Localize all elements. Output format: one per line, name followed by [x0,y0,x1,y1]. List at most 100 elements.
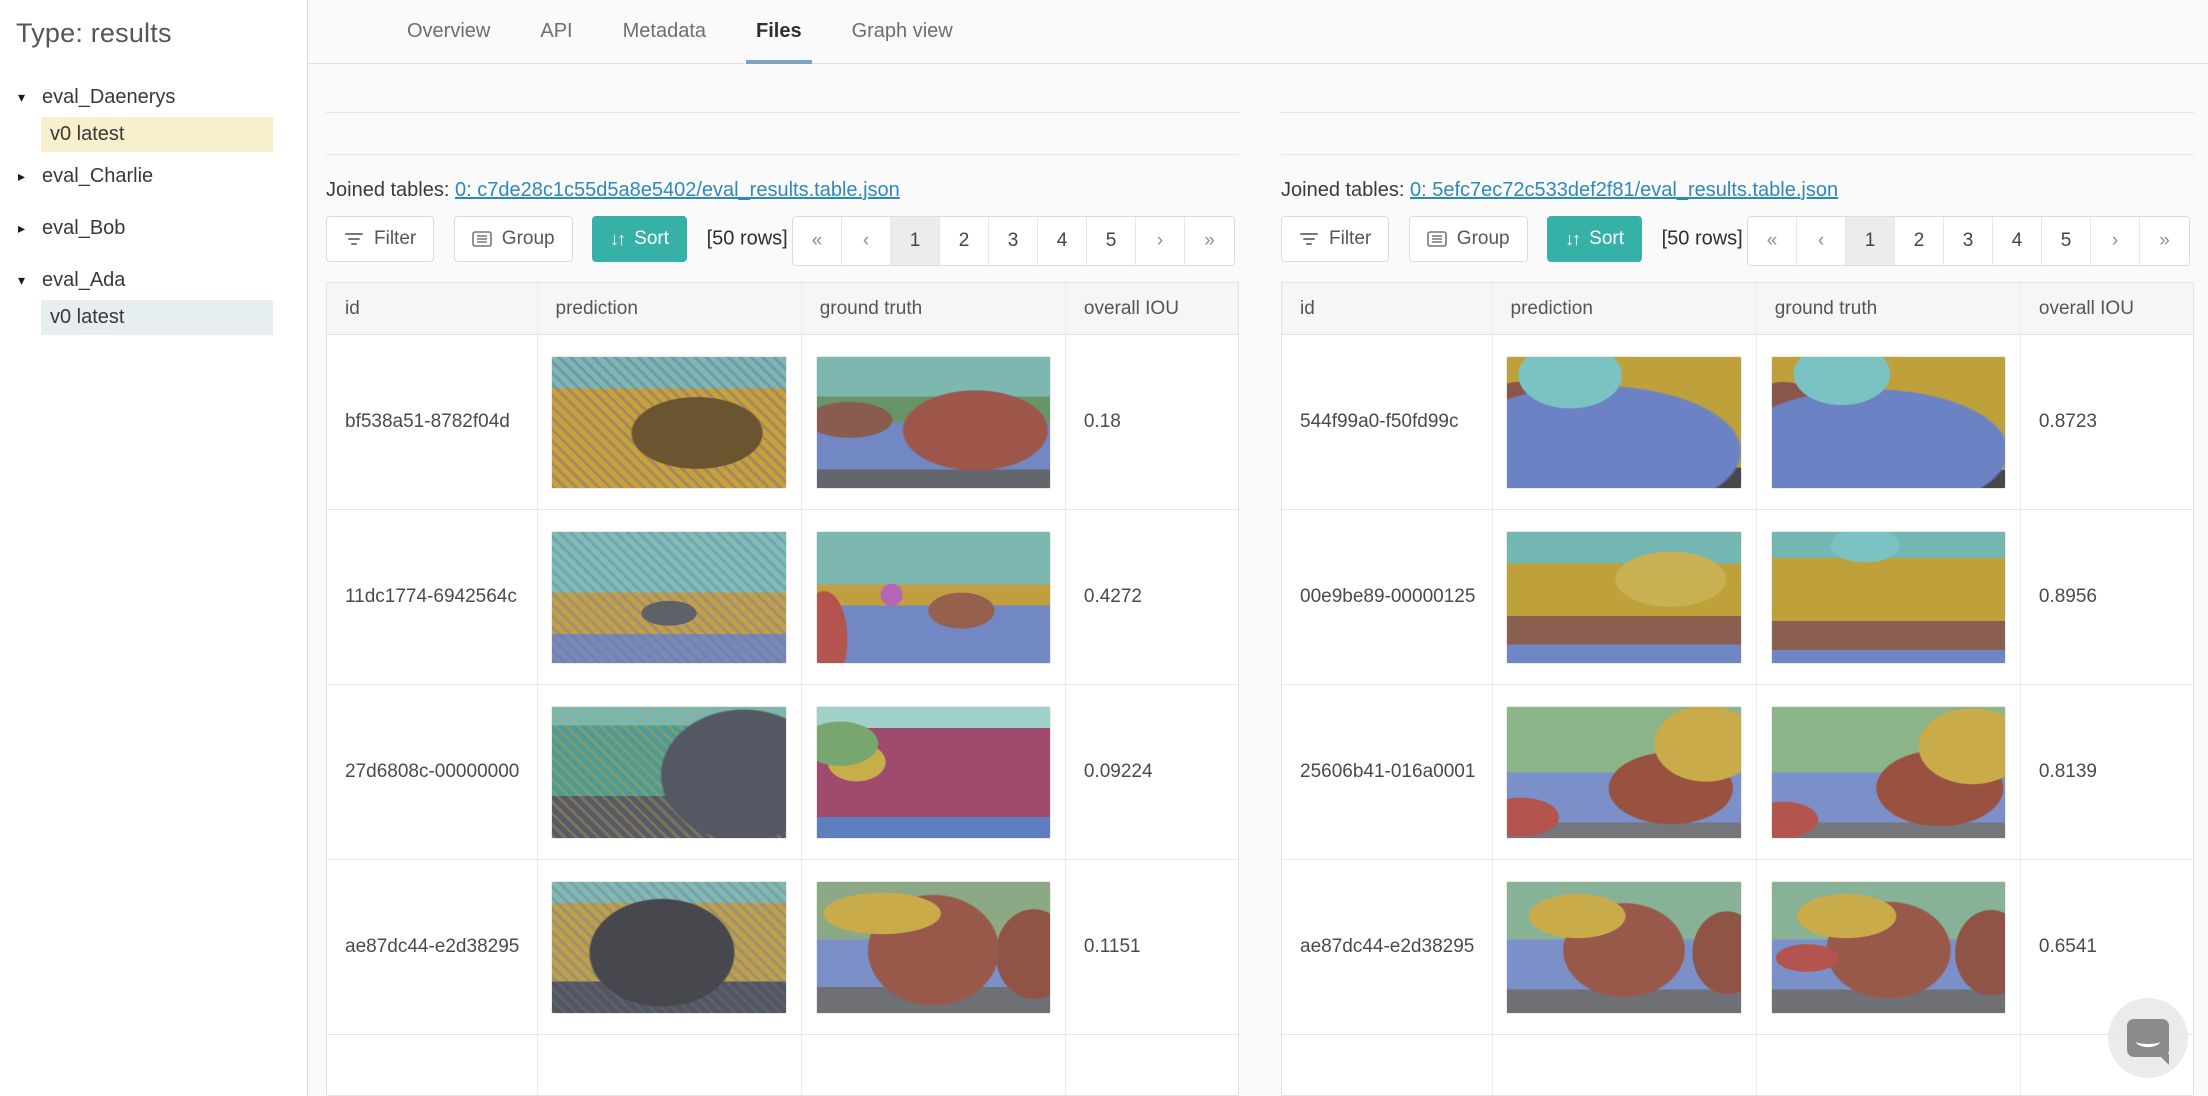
pagination-page-3[interactable]: 3 [989,217,1038,265]
table-row: 11dc1774-6942564c 0.4272 [327,510,1238,685]
tab-bar: Overview API Metadata Files Graph view [308,0,2208,64]
ground-truth-image[interactable] [1771,356,2006,488]
column-header-prediction[interactable]: prediction [1491,283,1756,334]
pagination-first[interactable]: « [793,217,842,265]
sort-button[interactable]: ↓↑ Sort [592,216,688,262]
pagination-page-5[interactable]: 5 [1087,217,1136,265]
row-id: 25606b41-016a0001 [1300,761,1476,782]
prediction-image[interactable] [1507,356,1741,488]
group-icon [471,231,492,247]
column-header-id[interactable]: id [327,283,537,334]
prediction-image[interactable] [552,356,786,488]
ground-truth-cell [800,510,1065,684]
ground-truth-image[interactable] [816,356,1051,488]
prediction-cell [536,860,801,1034]
tab-overview[interactable]: Overview [382,0,515,63]
caret-right-icon[interactable]: ▸ [14,220,42,237]
table-header: id prediction ground truth overall IOU [1282,283,2193,335]
pagination-next[interactable]: › [1136,217,1185,265]
chat-widget-button[interactable] [2108,998,2188,1078]
pagination: « ‹ 1 2 3 4 5 › » [792,216,1235,266]
sidebar-item-v0-latest-daenerys[interactable]: v0 latest [41,117,273,152]
sidebar-item-eval-daenerys[interactable]: ▾ eval_Daenerys [14,79,307,115]
row-id: 27d6808c-00000000 [345,761,520,782]
pagination-page-4[interactable]: 4 [1993,217,2042,265]
row-id: ae87dc44-e2d38295 [1300,936,1475,957]
ground-truth-image[interactable] [1771,881,2006,1013]
table-row: 25606b41-016a0001 0.8139 [1282,685,2193,860]
row-count: [50 rows] [1661,227,1743,250]
ground-truth-image[interactable] [816,706,1051,838]
sidebar-item-eval-charlie[interactable]: ▸ eval_Charlie [14,158,307,194]
column-header-ground-truth[interactable]: ground truth [800,283,1065,334]
ground-truth-image[interactable] [816,531,1051,663]
pagination-page-5[interactable]: 5 [2042,217,2091,265]
column-header-ground-truth[interactable]: ground truth [1755,283,2020,334]
tree-label: eval_Charlie [42,164,154,187]
pagination-page-1[interactable]: 1 [891,217,940,265]
filter-button[interactable]: Filter [1281,216,1390,262]
caret-down-icon[interactable]: ▾ [14,89,42,106]
column-header-prediction[interactable]: prediction [536,283,801,334]
group-button[interactable]: Group [453,216,573,262]
prediction-image[interactable] [1507,706,1741,838]
tab-graph-view[interactable]: Graph view [827,0,978,63]
filter-button[interactable]: Filter [326,216,435,262]
tab-files[interactable]: Files [731,0,827,64]
prediction-image[interactable] [1507,881,1741,1013]
sort-icon: ↓↑ [1565,228,1581,249]
pagination-prev[interactable]: ‹ [1797,217,1846,265]
tab-api[interactable]: API [515,0,597,63]
group-label: Group [1456,228,1510,249]
pagination-last[interactable]: » [1185,217,1234,265]
joined-tables-line: Joined tables: 0: 5efc7ec72c533def2f81/e… [1281,179,2194,202]
caret-right-icon[interactable]: ▸ [14,168,42,185]
filter-icon [344,232,364,246]
joined-tables-link[interactable]: 0: 5efc7ec72c533def2f81/eval_results.tab… [1410,179,1838,201]
artifact-tree: ▾ eval_Daenerys v0 latest ▸ eval_Charlie… [14,79,307,335]
pagination-page-1[interactable]: 1 [1846,217,1895,265]
joined-tables-link[interactable]: 0: c7de28c1c55d5a8e5402/eval_results.tab… [455,179,900,201]
prediction-image[interactable] [1507,531,1741,663]
pagination-page-2[interactable]: 2 [1895,217,1944,265]
pagination-first[interactable]: « [1748,217,1797,265]
ground-truth-cell [1755,860,2020,1034]
group-button[interactable]: Group [1408,216,1528,262]
results-table: id prediction ground truth overall IOU 5… [1281,282,2194,1096]
pagination-page-3[interactable]: 3 [1944,217,1993,265]
sidebar-item-v0-latest-ada[interactable]: v0 latest [41,300,273,335]
ground-truth-image[interactable] [1771,706,2006,838]
table-row: 00e9be89-00000125 0.8956 [1282,510,2193,685]
ground-truth-cell [1755,335,2020,509]
sort-button[interactable]: ↓↑ Sort [1547,216,1643,262]
pagination-page-4[interactable]: 4 [1038,217,1087,265]
prediction-image[interactable] [552,531,786,663]
group-icon [1426,231,1447,247]
ground-truth-cell [800,685,1065,859]
ground-truth-image[interactable] [816,881,1051,1013]
row-iou: 0.8139 [2019,685,2193,859]
prediction-cell [536,685,801,859]
sidebar-item-eval-bob[interactable]: ▸ eval_Bob [14,210,307,246]
pagination-page-2[interactable]: 2 [940,217,989,265]
column-header-id[interactable]: id [1282,283,1492,334]
table-toolbar: Filter Group ↓↑ Sort [50 rows] « ‹ 1 2 3… [326,216,1239,266]
ground-truth-image[interactable] [1771,531,2006,663]
table-row: ae87dc44-e2d38295 0.6541 [1282,860,2193,1035]
caret-down-icon[interactable]: ▾ [14,272,42,289]
column-header-overall-iou[interactable]: overall IOU [1064,283,1238,334]
pagination-next[interactable]: › [2091,217,2140,265]
tree-label: eval_Ada [42,268,126,291]
pagination-prev[interactable]: ‹ [842,217,891,265]
column-header-overall-iou[interactable]: overall IOU [2019,283,2193,334]
prediction-image[interactable] [552,881,786,1013]
row-iou: 0.8956 [2019,510,2193,684]
sidebar-item-eval-ada[interactable]: ▾ eval_Ada [14,262,307,298]
prediction-image[interactable] [552,706,786,838]
row-iou: 0.18 [1064,335,1238,509]
tab-metadata[interactable]: Metadata [598,0,731,63]
tree-label: v0 latest [50,306,125,328]
pagination-last[interactable]: » [2140,217,2189,265]
